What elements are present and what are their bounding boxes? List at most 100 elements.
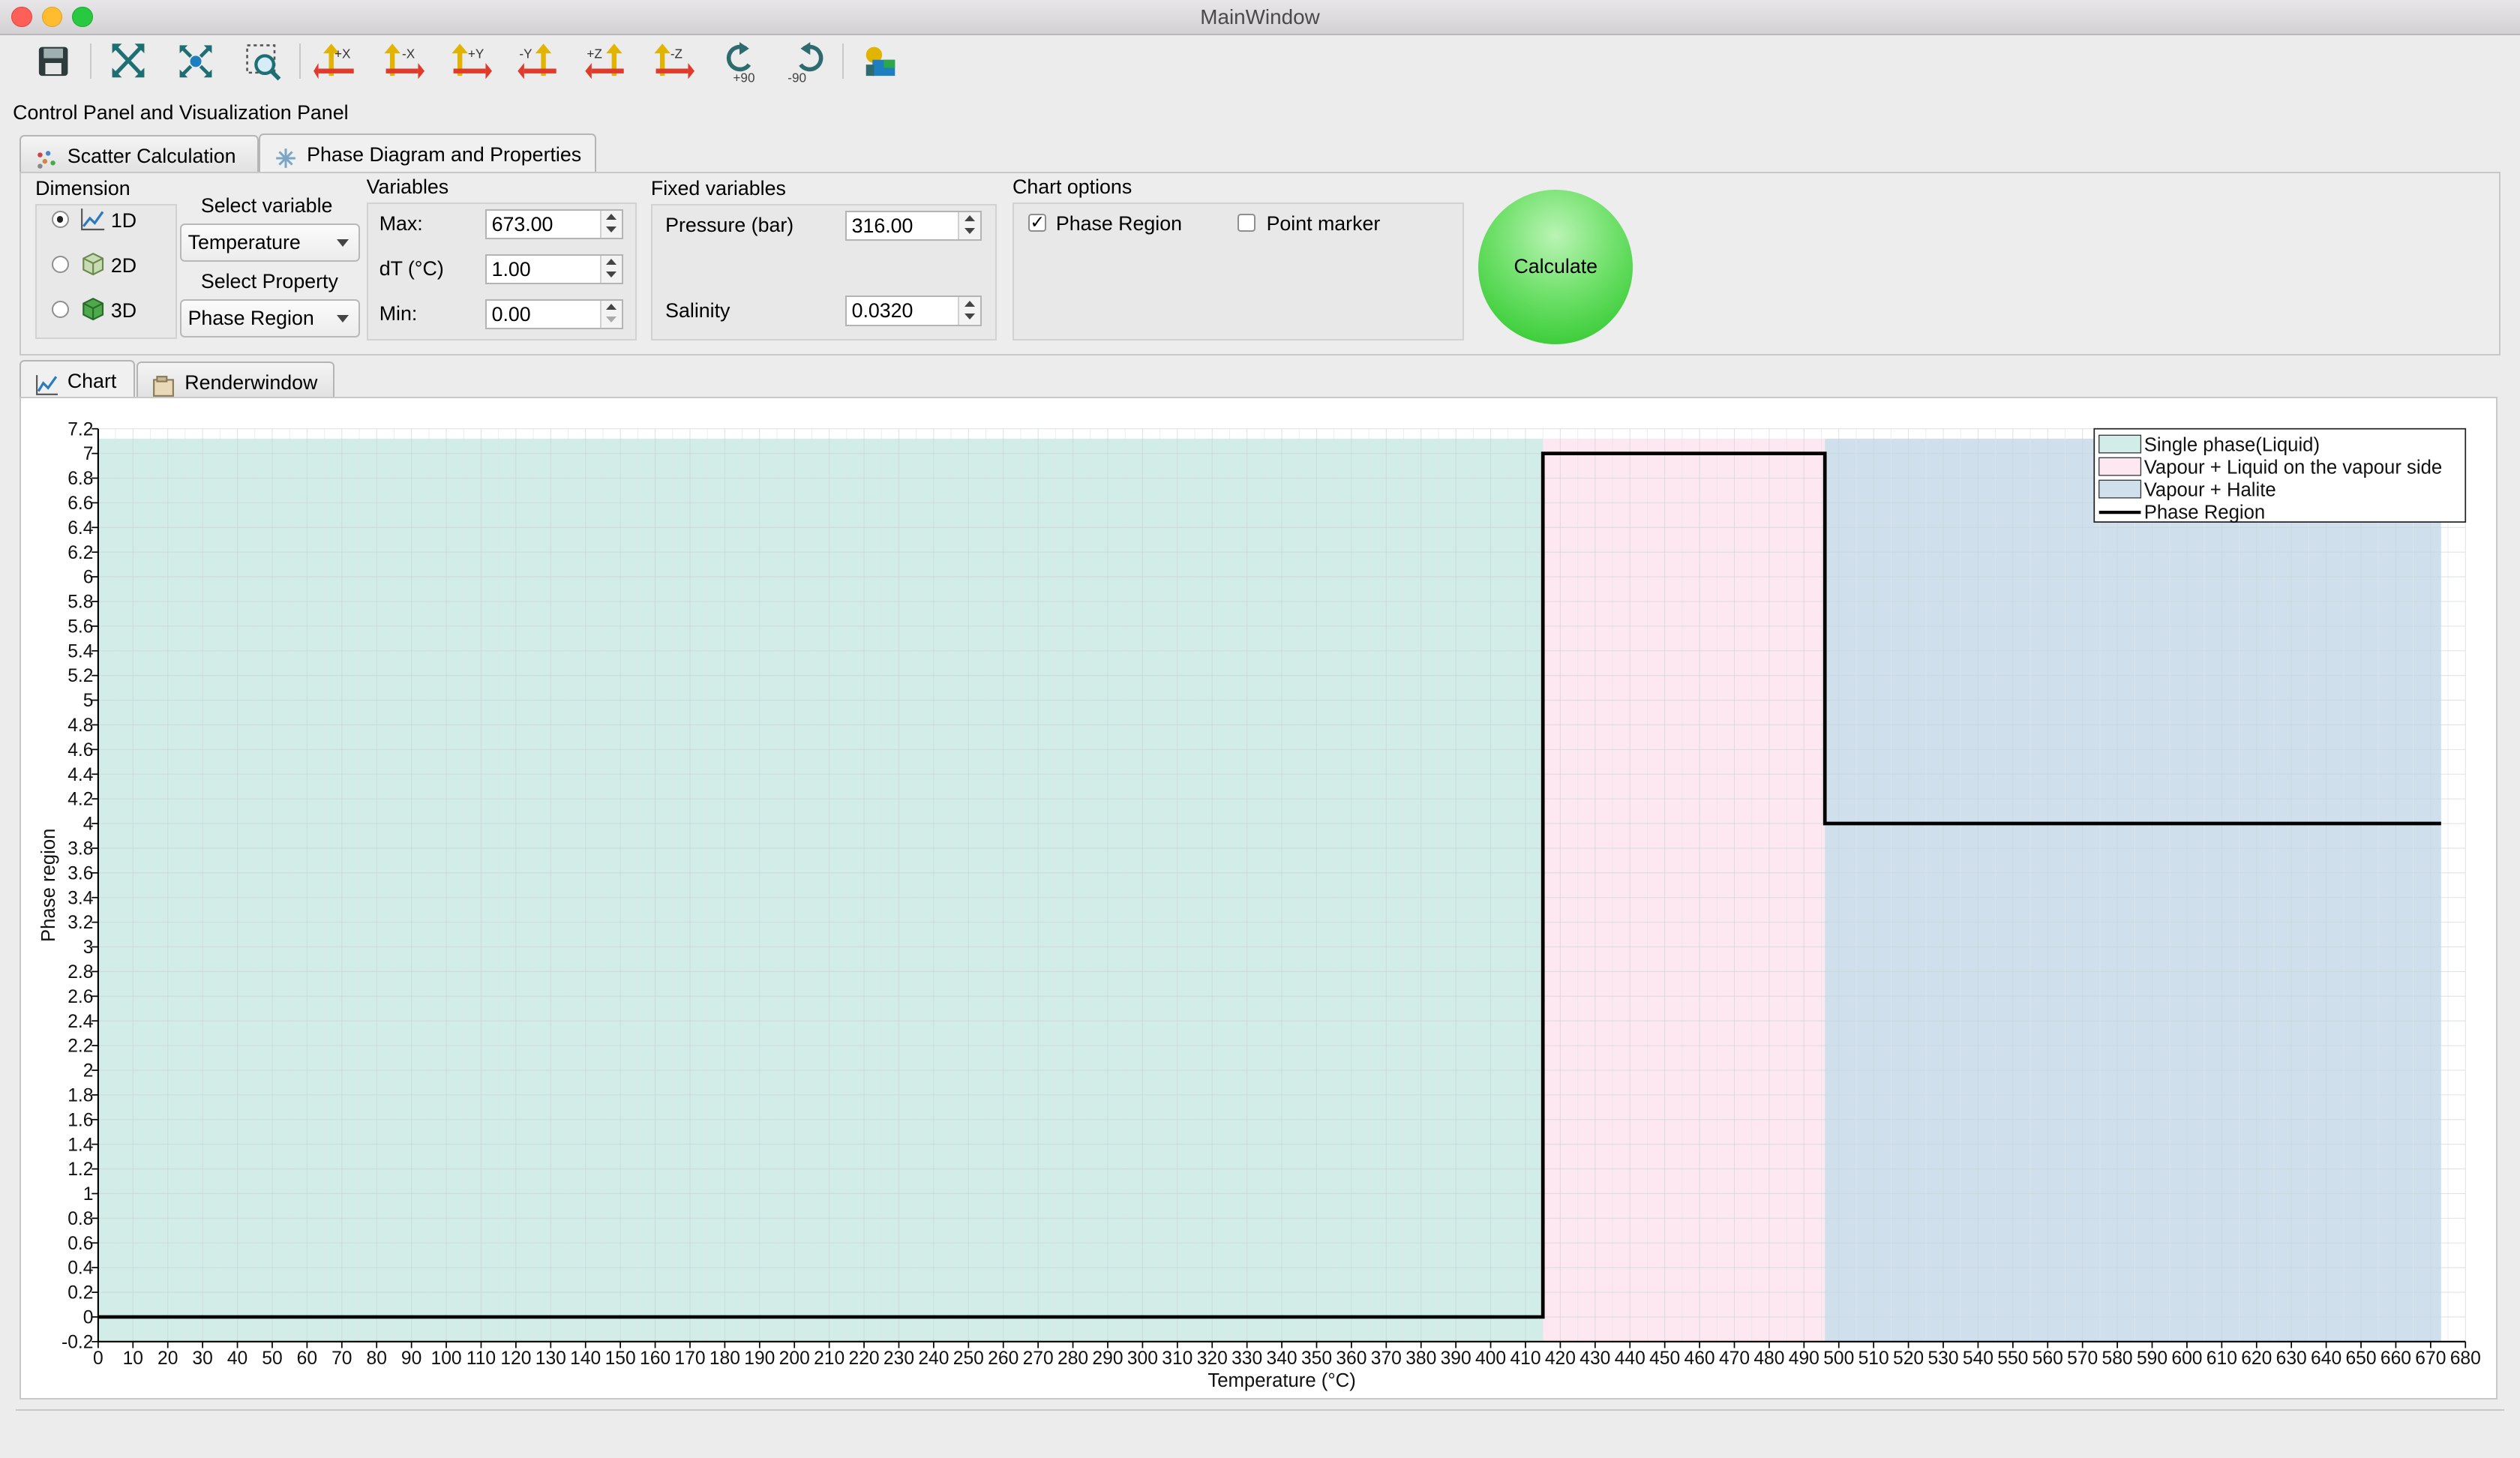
- view-plus-y-button[interactable]: +Y: [443, 38, 495, 83]
- phase-region-checkbox[interactable]: ✓: [1028, 213, 1046, 232]
- y-tick-label: 0.4: [68, 1258, 93, 1279]
- x-tick-label: 40: [227, 1348, 248, 1369]
- x-tick-label: 450: [1649, 1348, 1680, 1369]
- axis-minus-y-icon: -Y: [517, 43, 556, 79]
- chart-options-group-label: Chart options: [1012, 175, 1132, 198]
- calculate-button[interactable]: Calculate: [1478, 189, 1634, 344]
- minimize-window-button[interactable]: [41, 6, 63, 28]
- svg-text:+X: +X: [334, 46, 351, 61]
- x-tick-label: 660: [2380, 1348, 2411, 1369]
- legend-swatch: [2098, 457, 2141, 476]
- x-tick-label: 380: [1406, 1348, 1436, 1369]
- window-title: MainWindow: [1200, 5, 1320, 28]
- x-tick-label: 480: [1754, 1348, 1784, 1369]
- pressure-spinbox[interactable]: 316.00: [845, 210, 982, 242]
- legend-swatch: [2098, 479, 2141, 499]
- close-window-button[interactable]: [11, 6, 32, 28]
- spin-arrows[interactable]: [599, 255, 622, 283]
- x-tick-label: 20: [158, 1348, 178, 1369]
- spin-arrows[interactable]: [958, 297, 981, 325]
- x-tick-label: 340: [1266, 1348, 1297, 1369]
- color-map-button[interactable]: [855, 38, 907, 83]
- x-tick-label: 270: [1022, 1348, 1053, 1369]
- spin-arrows[interactable]: [958, 212, 981, 240]
- x-tick-label: 10: [122, 1348, 142, 1369]
- legend-label: Vapour + Halite: [2144, 480, 2276, 501]
- view-minus-x-button[interactable]: -X: [376, 38, 428, 83]
- x-tick-label: 630: [2276, 1348, 2306, 1369]
- x-tick-label: 460: [1684, 1348, 1714, 1369]
- y-tick-label: 7.2: [68, 420, 93, 440]
- x-tick-label: 60: [296, 1348, 316, 1369]
- chart-legend: Single phase(Liquid)Vapour + Liquid on t…: [2093, 428, 2466, 524]
- zoom-region-button[interactable]: [238, 38, 290, 83]
- svg-text:-X: -X: [402, 46, 416, 61]
- max-spinbox[interactable]: 673.00: [485, 208, 624, 240]
- select-variable-combo[interactable]: Temperature: [180, 223, 360, 262]
- y-tick-label: 1.4: [68, 1136, 93, 1156]
- x-tick-label: 290: [1092, 1348, 1123, 1369]
- axis-plus-y-icon: +Y: [452, 43, 492, 79]
- tab-chart[interactable]: Chart: [19, 360, 135, 399]
- y-tick-label: 3: [82, 938, 93, 958]
- y-tick-label: 3.4: [68, 889, 93, 909]
- x-tick-label: 390: [1440, 1348, 1471, 1369]
- svg-text:+90: +90: [733, 70, 754, 85]
- svg-text:-Z: -Z: [670, 46, 682, 61]
- spin-arrows[interactable]: [599, 300, 622, 328]
- svg-text:+Z: +Z: [586, 46, 602, 61]
- axis-minus-x-icon: -X: [384, 43, 424, 79]
- y-tick-label: 2: [82, 1061, 93, 1082]
- salinity-spinbox[interactable]: 0.0320: [845, 296, 982, 326]
- y-tick-label: 3.6: [68, 864, 93, 884]
- zoom-window-button[interactable]: [72, 6, 94, 28]
- x-tick-label: 320: [1196, 1348, 1227, 1369]
- y-tick-label: 6.4: [68, 518, 93, 538]
- legend-swatch: [2098, 434, 2141, 454]
- x-tick-label: 470: [1719, 1348, 1750, 1369]
- view-minus-z-button[interactable]: -Z: [646, 38, 698, 83]
- chart-panel: -0.2 0 0.2 0.4 0.6 0.8 1 1.2 1.4 1.6 1.8 2 2.2 2.4 2.6…: [19, 397, 2498, 1400]
- axis-plus-x-icon: +X: [313, 43, 354, 79]
- min-spinbox[interactable]: 0.00: [485, 298, 624, 330]
- tab-phase-diagram[interactable]: Phase Diagram and Properties: [259, 133, 596, 174]
- rotate-minus-90-button[interactable]: -90: [781, 38, 832, 85]
- x-tick-label: 150: [604, 1348, 635, 1369]
- x-tick-label: 240: [918, 1348, 949, 1369]
- fit-view-button[interactable]: [103, 38, 154, 83]
- view-plus-z-button[interactable]: +Z: [578, 38, 630, 83]
- tab-scatter-calculation[interactable]: Scatter Calculation: [19, 135, 259, 174]
- dt-spinbox[interactable]: 1.00: [485, 254, 624, 285]
- x-tick-label: 230: [884, 1348, 914, 1369]
- y-tick-label: 0.6: [68, 1234, 93, 1254]
- x-tick-label: 190: [744, 1348, 775, 1369]
- x-tick-label: 120: [500, 1348, 531, 1369]
- save-button[interactable]: [26, 38, 77, 83]
- y-tick-label: 3.8: [68, 839, 93, 860]
- x-tick-label: 610: [2206, 1348, 2237, 1369]
- x-tick-label: 90: [401, 1348, 422, 1369]
- x-tick-label: 160: [640, 1348, 670, 1369]
- spin-arrows[interactable]: [599, 210, 622, 238]
- x-tick-label: 280: [1058, 1348, 1088, 1369]
- phase-region-band: [1824, 439, 2441, 1342]
- view-plus-x-button[interactable]: +X: [308, 38, 360, 83]
- x-tick-label: 400: [1475, 1348, 1506, 1369]
- point-marker-checkbox[interactable]: [1238, 214, 1256, 232]
- x-tick-label: 70: [332, 1348, 352, 1369]
- legend-label: Vapour + Liquid on the vapour side: [2144, 458, 2442, 478]
- view-minus-y-button[interactable]: -Y: [511, 38, 562, 83]
- zoom-box-icon: [246, 44, 281, 80]
- phase-region-band: [98, 439, 1543, 1342]
- x-tick-label: 360: [1336, 1348, 1366, 1369]
- select-property-combo[interactable]: Phase Region: [180, 298, 360, 338]
- y-axis-label: Phase region: [38, 829, 59, 942]
- legend-label: Single phase(Liquid): [2144, 435, 2319, 456]
- x-tick-label: 600: [2171, 1348, 2202, 1369]
- y-tick-label: 6.8: [68, 469, 93, 489]
- svg-text:-Y: -Y: [519, 46, 532, 61]
- scatter-view-button[interactable]: [170, 38, 222, 83]
- y-tick-label: 0.2: [68, 1283, 93, 1304]
- rotate-plus-90-button[interactable]: +90: [713, 38, 765, 85]
- tab-renderwindow[interactable]: Renderwindow: [136, 362, 334, 399]
